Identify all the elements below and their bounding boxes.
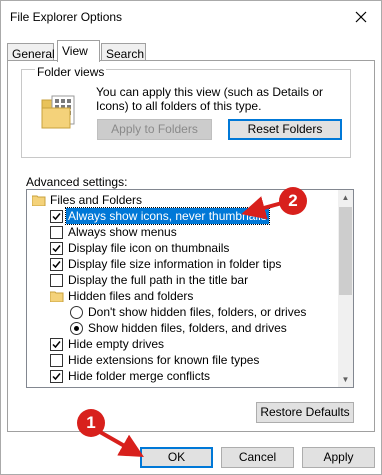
checkbox[interactable] <box>50 226 63 239</box>
list-item-label: Don't show hidden files, folders, or dri… <box>88 305 307 319</box>
radio-button[interactable] <box>70 322 83 335</box>
ok-button[interactable]: OK <box>140 447 213 468</box>
checkmark-icon <box>52 341 61 349</box>
list-item-label: Hidden files and folders <box>68 289 194 303</box>
radio-button[interactable] <box>70 306 83 319</box>
apply-button[interactable]: Apply <box>302 447 375 468</box>
folder-views-description: You can apply this view (such as Details… <box>96 85 324 113</box>
folder-icon <box>32 195 46 206</box>
close-icon[interactable] <box>351 7 371 27</box>
list-item-label: Hide empty drives <box>68 337 165 351</box>
scroll-up-icon[interactable]: ▲ <box>338 190 353 205</box>
tab-general[interactable]: General <box>7 43 55 61</box>
checkmark-icon <box>52 245 61 253</box>
list-item-label: Display the full path in the title bar <box>68 273 249 287</box>
advanced-settings-label: Advanced settings: <box>26 175 128 189</box>
checkbox[interactable] <box>50 354 63 367</box>
restore-defaults-button[interactable]: Restore Defaults <box>256 402 354 423</box>
title-bar: File Explorer Options <box>1 1 381 34</box>
annotation-badge-1: 1 <box>77 409 105 437</box>
folder-icon <box>50 291 64 302</box>
tab-search[interactable]: Search <box>101 43 146 61</box>
checkmark-icon <box>52 373 61 381</box>
list-item-label: Hide folder merge conflicts <box>68 369 211 383</box>
window-title: File Explorer Options <box>10 10 123 24</box>
checkbox[interactable] <box>50 370 63 383</box>
annotation-badge-2: 2 <box>279 187 307 215</box>
checkbox[interactable] <box>50 274 63 287</box>
reset-folders-button[interactable]: Reset Folders <box>228 119 342 140</box>
list-item-label: Display file icon on thumbnails <box>68 241 230 255</box>
list-item-label: Always show menus <box>68 225 177 239</box>
checkbox[interactable] <box>50 338 63 351</box>
advanced-list-scrollbar[interactable]: ▲ ▼ <box>338 190 353 387</box>
cancel-button[interactable]: Cancel <box>221 447 294 468</box>
apply-to-folders-button[interactable]: Apply to Folders <box>97 119 212 140</box>
checkbox[interactable] <box>50 210 63 223</box>
checkmark-icon <box>52 261 61 269</box>
checkmark-icon <box>52 213 61 221</box>
folder-view-icon <box>41 95 75 129</box>
scroll-down-icon[interactable]: ▼ <box>338 372 353 387</box>
scrollbar-thumb[interactable] <box>339 207 352 295</box>
list-item-label: Files and Folders <box>50 193 143 207</box>
list-item-label: Always show icons, never thumbnails <box>65 207 270 225</box>
checkbox[interactable] <box>50 242 63 255</box>
list-item-label: Show hidden files, folders, and drives <box>88 321 287 335</box>
folder-views-title: Folder views <box>35 65 107 79</box>
list-item-label: Display file size information in folder … <box>68 257 282 271</box>
tab-view[interactable]: View <box>57 40 100 62</box>
list-item-label: Hide extensions for known file types <box>68 353 260 367</box>
radio-dot <box>74 326 79 331</box>
checkbox[interactable] <box>50 258 63 271</box>
file-explorer-options-dialog: File Explorer Options General View Searc… <box>0 0 382 475</box>
